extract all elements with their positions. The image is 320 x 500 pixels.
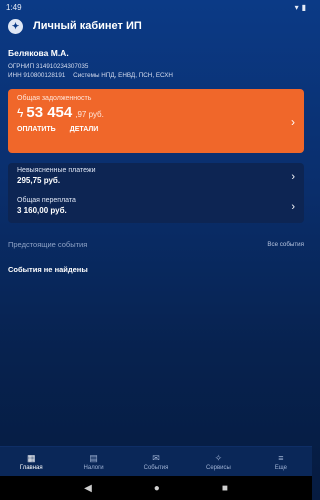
home-icon: ▦ <box>26 452 36 463</box>
battery-icon: ▮ <box>301 2 306 12</box>
chevron-right-icon: › <box>291 171 295 183</box>
nav-label: События <box>143 464 169 471</box>
details-button[interactable]: ДЕТАЛИ <box>70 126 99 133</box>
taxes-icon: ▤ <box>89 452 98 463</box>
user-name: Белякова М.А. <box>8 48 69 58</box>
fns-logo-icon: ✦ <box>8 18 23 34</box>
mail-icon: ✉ <box>152 452 160 463</box>
all-events-link[interactable]: Все события <box>267 241 304 248</box>
debt-label: Общая задолженность <box>17 95 92 102</box>
status-bar: 1:49 ▾ ▮ <box>0 0 312 14</box>
events-title: Предстоящие события <box>8 240 88 249</box>
status-time: 1:49 <box>6 2 22 12</box>
bottom-nav: ▦ Главная ▤ Налоги ✉ События ✧ Сервисы ≡… <box>0 446 312 476</box>
pay-button[interactable]: ОПЛАТИТЬ <box>17 126 56 133</box>
app-bar: ✦ Личный кабинет ИП <box>0 14 312 38</box>
nav-label: Сервисы <box>205 464 231 471</box>
nav-item-services[interactable]: ✧ Сервисы <box>187 447 249 476</box>
nav-label: Главная <box>19 464 43 471</box>
debt-amount-rest: ,97 руб. <box>75 110 104 119</box>
user-inn: ИНН 910800128191 <box>8 72 66 79</box>
events-empty-text: События не найдены <box>8 265 88 274</box>
debt-amount: ϟ 53 454 ,97 руб. <box>17 104 295 121</box>
back-icon[interactable]: ◀ <box>84 483 92 494</box>
menu-icon: ≡ <box>278 452 284 463</box>
status-icons: ▾ ▮ <box>295 3 306 12</box>
chevron-right-icon[interactable]: › <box>291 115 295 129</box>
payments-card: Невыясненные платежи 295,75 руб. › Общая… <box>8 163 304 223</box>
overpayment-value: 3 160,00 руб. <box>17 206 67 215</box>
unclear-payments-value: 295,75 руб. <box>17 176 61 185</box>
overpayment-label: Общая переплата <box>17 197 76 204</box>
nav-item-events[interactable]: ✉ События <box>125 447 187 476</box>
user-inn-line: ИНН 910800128191 Системы НПД, ЕНВД, ПСН,… <box>8 71 304 80</box>
nav-item-taxes[interactable]: ▤ Налоги <box>62 447 124 476</box>
page-title: Личный кабинет ИП <box>33 20 142 32</box>
services-icon: ✧ <box>214 452 223 463</box>
user-ogrnip: ОГРНИП 314910234307035 <box>8 63 89 70</box>
chevron-right-icon: › <box>291 201 295 213</box>
nav-item-more[interactable]: ≡ Еще <box>250 447 312 476</box>
user-systems: Системы НПД, ЕНВД, ПСН, ЕСХН <box>73 72 173 79</box>
lightning-icon: ϟ <box>17 106 24 120</box>
nav-item-home[interactable]: ▦ Главная <box>0 447 62 476</box>
nav-label: Еще <box>274 464 287 471</box>
list-item-unclear-payments[interactable]: Невыясненные платежи 295,75 руб. › <box>8 163 304 193</box>
events-header: Предстоящие события Все события <box>8 240 304 249</box>
list-item-overpayment[interactable]: Общая переплата 3 160,00 руб. › <box>8 193 304 223</box>
debt-amount-main: 53 454 <box>26 104 73 121</box>
debt-actions: ОПЛАТИТЬ ДЕТАЛИ <box>17 126 295 133</box>
recents-icon[interactable]: ■ <box>222 483 228 494</box>
user-info: Белякова М.А. ОГРНИП 314910234307035 ИНН… <box>0 38 312 80</box>
home-circle-icon[interactable]: ● <box>154 483 160 494</box>
debt-card[interactable]: Общая задолженность ϟ 53 454 ,97 руб. ОП… <box>8 89 304 153</box>
unclear-payments-label: Невыясненные платежи <box>17 167 96 174</box>
system-nav-bar: ◀ ● ■ <box>0 476 312 500</box>
nav-label: Налоги <box>83 464 104 471</box>
wifi-icon: ▾ <box>294 2 299 12</box>
